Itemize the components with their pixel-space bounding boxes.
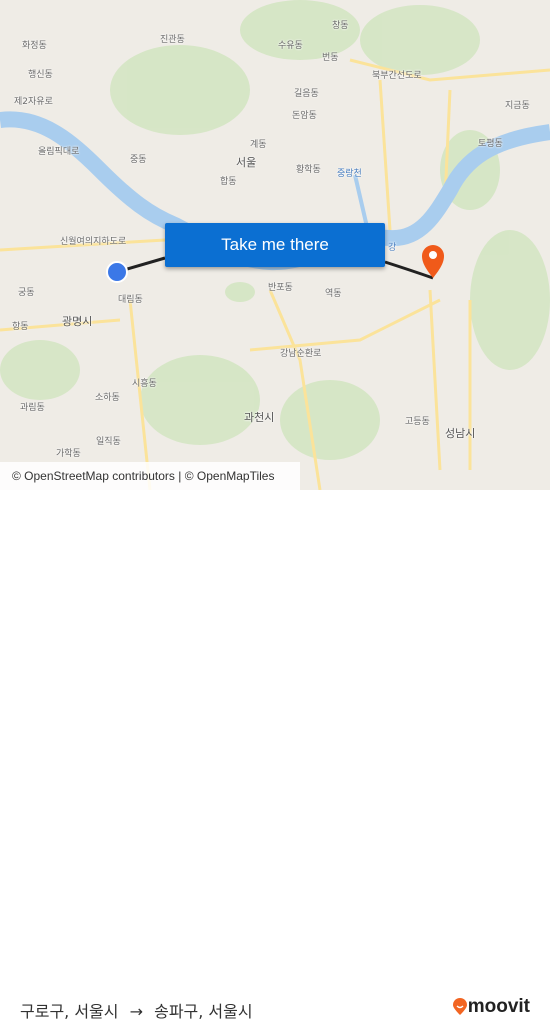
- map-label: 강남순환로: [280, 349, 322, 359]
- map-label: 수유동: [278, 41, 303, 51]
- map-label: 가학동: [56, 449, 81, 459]
- footer-bar: 구로구, 서울시 → 송파구, 서울시 moovit: [0, 490, 550, 1021]
- map-label: 지금동: [505, 101, 530, 111]
- destination-name: 송파구, 서울시: [154, 1002, 253, 1021]
- map-label: 합동: [220, 177, 237, 187]
- map-label: 과림동: [20, 403, 45, 413]
- destination-pin-icon: [422, 245, 444, 278]
- map-label: 중랑천: [337, 169, 362, 179]
- moovit-logo-text: moovit: [467, 996, 530, 1017]
- map-label: 창동: [332, 21, 349, 31]
- origin-name: 구로구, 서울시: [20, 1002, 119, 1021]
- map-label: 서울: [236, 156, 257, 169]
- map-label: 광명시: [62, 315, 93, 328]
- map-label: 계동: [250, 140, 267, 150]
- map-label: 제2자유로: [14, 97, 53, 107]
- map-label: 북부간선도로: [372, 71, 422, 81]
- map-label: 일직동: [96, 437, 121, 447]
- moovit-logo[interactable]: moovit: [452, 996, 530, 1018]
- map-label: 소하동: [95, 393, 120, 403]
- map-label: 행신동: [28, 70, 53, 80]
- map-label: 신월여의지하도로: [60, 237, 127, 247]
- map-attribution[interactable]: © OpenStreetMap contributors | © OpenMap…: [0, 462, 300, 490]
- arrow-right-icon: →: [129, 1002, 143, 1021]
- map-label: 화정동: [22, 41, 47, 51]
- map-label: 대림동: [118, 295, 143, 305]
- map-label: 궁동: [18, 288, 35, 298]
- route-summary: 구로구, 서울시 → 송파구, 서울시: [20, 998, 259, 1022]
- map-label: 반포동: [268, 283, 293, 293]
- map-label: 시흥동: [132, 379, 157, 389]
- map-label: 강: [388, 243, 397, 253]
- map-label: 중동: [130, 155, 147, 165]
- map-label: 길음동: [294, 89, 319, 99]
- map-label: 고등동: [405, 417, 430, 427]
- map-label: 과천시: [244, 411, 275, 424]
- origin-marker: [106, 261, 128, 283]
- map-label: 진관동: [160, 35, 185, 45]
- map[interactable]: 화정동 진관동 창동 수유동 번동 행신동 북부간선도로 제2자유로 길음동 돈…: [0, 0, 550, 490]
- map-label: 토평동: [478, 139, 503, 149]
- map-label: 황학동: [296, 165, 321, 175]
- map-label: 돈암동: [292, 111, 317, 121]
- map-label: 올림픽대로: [38, 147, 80, 157]
- moovit-pin-icon: [452, 998, 467, 1015]
- take-me-there-button[interactable]: Take me there: [165, 223, 385, 267]
- map-label: 번동: [322, 53, 339, 63]
- map-label: 성남시: [445, 427, 476, 440]
- map-label: 항동: [12, 322, 29, 332]
- map-label: 역동: [325, 289, 342, 299]
